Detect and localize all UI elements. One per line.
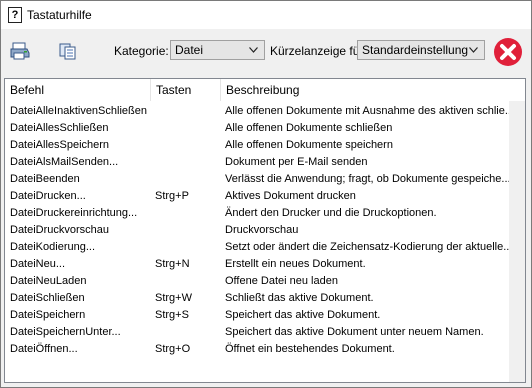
command-cell: DateiÖffnen... bbox=[10, 343, 78, 355]
shortcut-display-label: Kürzelanzeige für: bbox=[270, 44, 367, 58]
keys-cell bbox=[155, 324, 217, 341]
keys-cell: Strg+W bbox=[155, 292, 192, 304]
command-cell: DateiNeu... bbox=[10, 258, 66, 270]
keys-cell bbox=[155, 239, 217, 256]
command-cell: DateiNeuLaden bbox=[10, 275, 87, 287]
description-cell: Alle offenen Dokumente speichern bbox=[225, 139, 393, 151]
table-row[interactable]: DateiDruckereinrichtung... Ändert den Dru… bbox=[5, 205, 525, 222]
column-header-command[interactable]: Befehl bbox=[5, 79, 151, 101]
shortcut-list[interactable]: Befehl Tasten Beschreibung DateiAlleInak… bbox=[4, 78, 526, 383]
keys-cell bbox=[155, 103, 217, 120]
table-row[interactable]: DateiSchließen Strg+W Schließt das aktive … bbox=[5, 290, 525, 307]
keys-cell: Strg+P bbox=[155, 190, 189, 202]
keys-cell bbox=[155, 222, 217, 239]
close-button[interactable] bbox=[493, 37, 523, 67]
command-cell: DateiSpeichern bbox=[10, 309, 86, 321]
description-cell: Aktives Dokument drucken bbox=[225, 190, 356, 202]
column-header-description[interactable]: Beschreibung bbox=[221, 79, 509, 101]
keys-cell bbox=[155, 171, 217, 188]
print-button[interactable] bbox=[9, 41, 31, 61]
keys-cell bbox=[155, 137, 217, 154]
description-cell: Offene Datei neu laden bbox=[225, 275, 338, 287]
keys-cell bbox=[155, 120, 217, 137]
copy-icon bbox=[59, 43, 76, 60]
command-cell: DateiAllesSpeichern bbox=[10, 139, 110, 151]
table-row[interactable]: DateiAllesSchließen Alle offenen Dokument… bbox=[5, 120, 525, 137]
description-cell: Öffnet ein bestehendes Dokument. bbox=[225, 343, 395, 355]
keys-cell: Strg+O bbox=[155, 343, 191, 355]
copy-button[interactable] bbox=[57, 41, 79, 61]
description-cell: Erstellt ein neues Dokument. bbox=[225, 258, 366, 270]
table-row[interactable]: DateiSpeichern Strg+S Speichert das aktive… bbox=[5, 307, 525, 324]
table-row[interactable]: DateiNeuLaden Offene Datei neu laden bbox=[5, 273, 525, 290]
category-dropdown[interactable]: Datei bbox=[170, 40, 265, 60]
table-row[interactable]: DateiNeu... Strg+N Erstellt ein neues Doku… bbox=[5, 256, 525, 273]
chevron-down-icon bbox=[469, 47, 478, 53]
command-cell: DateiSpeichernUnter... bbox=[10, 326, 121, 338]
vertical-scrollbar[interactable] bbox=[509, 101, 525, 382]
command-cell: DateiAllesSchließen bbox=[10, 122, 109, 134]
table-row[interactable]: DateiBeenden Verlässt die Anwendung; frag… bbox=[5, 171, 525, 188]
keys-cell bbox=[155, 273, 217, 290]
table-row[interactable]: DateiSpeichernUnter... Speichert das akti… bbox=[5, 324, 525, 341]
table-row[interactable]: DateiKodierung... Setzt oder ändert die Z… bbox=[5, 239, 525, 256]
keys-cell bbox=[155, 205, 217, 222]
command-cell: DateiDruckereinrichtung... bbox=[10, 207, 138, 219]
description-cell: Speichert das aktive Dokument. bbox=[225, 309, 381, 321]
table-row[interactable]: DateiÖffnen... Strg+O Öffnet ein bestehend… bbox=[5, 341, 525, 358]
command-cell: DateiKodierung... bbox=[10, 241, 95, 253]
table-row[interactable]: DateiAlleInaktivenSchließen Alle offenen … bbox=[5, 103, 525, 120]
keys-cell bbox=[155, 154, 217, 171]
command-cell: DateiSchließen bbox=[10, 292, 85, 304]
keys-cell: Strg+S bbox=[155, 309, 189, 321]
description-cell: Alle offenen Dokumente schließen bbox=[225, 122, 393, 134]
shortcut-display-value: Standardeinstellung bbox=[362, 43, 469, 57]
description-cell: Alle offenen Dokumente mit Ausnahme des … bbox=[225, 105, 509, 117]
description-cell: Setzt oder ändert die Zeichensatz-Kodier… bbox=[225, 241, 509, 253]
category-value: Datei bbox=[175, 43, 204, 57]
description-cell: Schließt das aktive Dokument. bbox=[225, 292, 374, 304]
printer-icon bbox=[10, 42, 30, 60]
description-cell: Druckvorschau bbox=[225, 224, 299, 236]
description-cell: Speichert das aktive Dokument unter neue… bbox=[225, 326, 484, 338]
table-row[interactable]: DateiDrucken... Strg+P Aktives Dokument dr… bbox=[5, 188, 525, 205]
table-row[interactable]: DateiAlsMailSenden... Dokument per E-Mail… bbox=[5, 154, 525, 171]
toolbar: Kategorie: Datei Kürzelanzeige für: Stan… bbox=[1, 29, 531, 75]
column-header-keys[interactable]: Tasten bbox=[151, 79, 221, 101]
list-rows: DateiAlleInaktivenSchließen Alle offenen … bbox=[5, 103, 525, 358]
window-title: Tastaturhilfe bbox=[27, 8, 92, 22]
command-cell: DateiAlsMailSenden... bbox=[10, 156, 119, 168]
close-icon bbox=[494, 38, 522, 66]
description-cell: Verlässt die Anwendung; fragt, ob Dokume… bbox=[225, 173, 509, 185]
chevron-down-icon bbox=[249, 47, 258, 53]
command-cell: DateiBeenden bbox=[10, 173, 80, 185]
keys-cell: Strg+N bbox=[155, 258, 190, 270]
help-icon: ? bbox=[8, 7, 22, 23]
title-bar: ? Tastaturhilfe bbox=[1, 1, 531, 29]
description-cell: Ändert den Drucker und die Druckoptionen… bbox=[225, 207, 437, 219]
category-label: Kategorie: bbox=[114, 44, 169, 58]
list-header: Befehl Tasten Beschreibung bbox=[5, 79, 525, 101]
command-cell: DateiAlleInaktivenSchließen bbox=[10, 105, 147, 117]
table-row[interactable]: DateiDruckvorschau Druckvorschau bbox=[5, 222, 525, 239]
table-row[interactable]: DateiAllesSpeichern Alle offenen Dokument… bbox=[5, 137, 525, 154]
command-cell: DateiDruckvorschau bbox=[10, 224, 110, 236]
description-cell: Dokument per E-Mail senden bbox=[225, 156, 368, 168]
keyboard-help-window: ? Tastaturhilfe Kategorie: Datei Kürzela… bbox=[0, 0, 532, 388]
command-cell: DateiDrucken... bbox=[10, 190, 86, 202]
shortcut-display-dropdown[interactable]: Standardeinstellung bbox=[357, 40, 485, 60]
